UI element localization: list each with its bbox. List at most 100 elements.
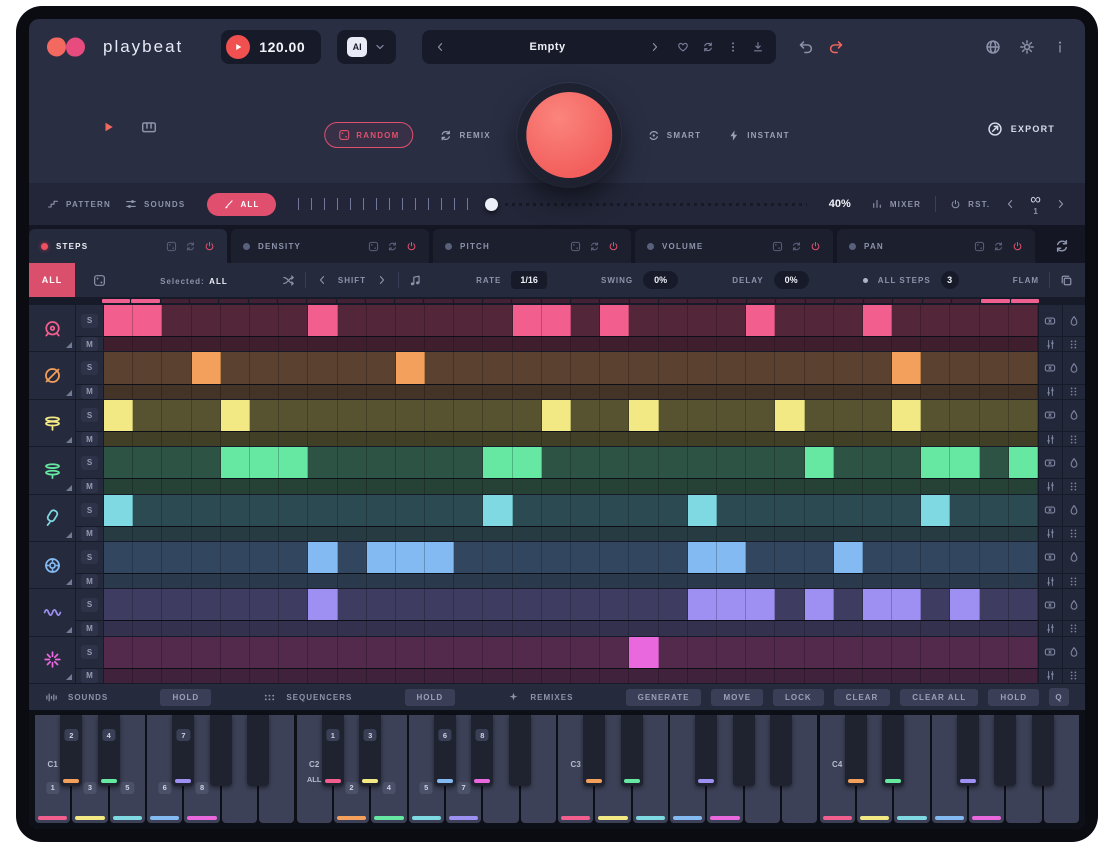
step-cell[interactable] — [805, 495, 834, 526]
step-cell[interactable] — [483, 542, 512, 573]
mute-step-cell[interactable] — [980, 385, 1009, 399]
piano-key-G#4[interactable] — [994, 715, 1016, 786]
mute-step-cell[interactable] — [659, 669, 688, 683]
step-cell[interactable] — [805, 542, 834, 573]
mute-step-cell[interactable] — [921, 432, 950, 446]
mute-step-cell[interactable] — [1009, 669, 1038, 683]
mute-step-cell[interactable] — [250, 669, 279, 683]
solo-button[interactable]: S — [81, 645, 98, 659]
undo-button[interactable] — [798, 39, 814, 55]
step-cell[interactable] — [162, 305, 191, 336]
step-cell[interactable] — [688, 305, 717, 336]
step-cell[interactable] — [542, 400, 571, 431]
mute-step-cell[interactable] — [367, 621, 396, 635]
step-cell[interactable] — [921, 447, 950, 478]
global-reroll-button[interactable] — [1039, 229, 1085, 263]
step-cell[interactable] — [659, 495, 688, 526]
shift-left-button[interactable] — [316, 274, 328, 286]
step-cell[interactable] — [746, 542, 775, 573]
step-cell[interactable] — [279, 352, 308, 383]
step-cell[interactable] — [659, 637, 688, 668]
step-cell[interactable] — [308, 589, 337, 620]
humanize-button[interactable] — [1062, 495, 1086, 526]
remixes-hold-button[interactable]: HOLD — [988, 689, 1039, 706]
step-cell[interactable] — [162, 352, 191, 383]
mute-step-cell[interactable] — [717, 432, 746, 446]
play-button[interactable] — [226, 35, 250, 59]
preset-prev-button[interactable] — [434, 41, 446, 53]
step-cell[interactable] — [483, 447, 512, 478]
step-cell[interactable] — [805, 352, 834, 383]
step-cell[interactable] — [192, 352, 221, 383]
mute-step-cell[interactable] — [746, 385, 775, 399]
mute-step-cell[interactable] — [600, 385, 629, 399]
mute-step-cell[interactable] — [834, 432, 863, 446]
step-cell[interactable] — [104, 637, 133, 668]
step-cell[interactable] — [162, 637, 191, 668]
mute-step-cell[interactable] — [396, 527, 425, 541]
sounds-hold-button[interactable]: HOLD — [160, 689, 211, 706]
step-cell[interactable] — [162, 447, 191, 478]
drag-handle[interactable] — [1062, 432, 1086, 446]
step-cell[interactable] — [629, 589, 658, 620]
mute-step-cell[interactable] — [221, 574, 250, 588]
step-cell[interactable] — [921, 589, 950, 620]
step-cell[interactable] — [250, 352, 279, 383]
mute-step-cell[interactable] — [483, 621, 512, 635]
step-cell[interactable] — [688, 400, 717, 431]
mute-step-cell[interactable] — [279, 669, 308, 683]
step-cell[interactable] — [688, 352, 717, 383]
mute-step-cell[interactable] — [775, 337, 804, 351]
step-cell[interactable] — [338, 305, 367, 336]
step-cell[interactable] — [483, 589, 512, 620]
mute-step-cell[interactable] — [950, 385, 979, 399]
step-cell[interactable] — [425, 305, 454, 336]
mute-step-cell[interactable] — [746, 574, 775, 588]
swing-value[interactable]: 0% — [643, 271, 678, 289]
step-cell[interactable] — [921, 400, 950, 431]
mute-step-cell[interactable] — [921, 337, 950, 351]
mute-step-cell[interactable] — [162, 385, 191, 399]
mute-step-cell[interactable] — [513, 621, 542, 635]
mute-step-cell[interactable] — [1009, 621, 1038, 635]
mute-step-cell[interactable] — [805, 527, 834, 541]
flam-label[interactable]: FLAM — [1013, 276, 1039, 285]
mute-step-cell[interactable] — [542, 337, 571, 351]
instant-button[interactable]: INSTANT — [727, 129, 789, 142]
mute-step-cell[interactable] — [192, 337, 221, 351]
bpm-control[interactable]: 120.00 — [221, 30, 321, 64]
humanize-button[interactable] — [1062, 637, 1086, 668]
mute-step-cell[interactable] — [338, 527, 367, 541]
mute-step-cell[interactable] — [863, 337, 892, 351]
step-cell[interactable] — [542, 495, 571, 526]
step-cell[interactable] — [513, 352, 542, 383]
track-mixer-button[interactable] — [1039, 479, 1062, 493]
mute-step-cell[interactable] — [396, 432, 425, 446]
mute-step-cell[interactable] — [425, 669, 454, 683]
step-cell[interactable] — [1009, 447, 1038, 478]
mute-step-cell[interactable] — [571, 574, 600, 588]
mute-step-cell[interactable] — [279, 574, 308, 588]
step-cell[interactable] — [921, 495, 950, 526]
step-cell[interactable] — [250, 589, 279, 620]
humanize-button[interactable] — [1062, 542, 1086, 573]
mute-step-cell[interactable] — [571, 337, 600, 351]
mute-step-cell[interactable] — [980, 527, 1009, 541]
mute-step-cell[interactable] — [221, 385, 250, 399]
hihat-open-icon[interactable] — [29, 447, 76, 493]
step-cell[interactable] — [746, 352, 775, 383]
track-mixer-button[interactable] — [1039, 527, 1062, 541]
step-cell[interactable] — [571, 589, 600, 620]
mute-step-cell[interactable] — [717, 574, 746, 588]
mute-step-cell[interactable] — [659, 385, 688, 399]
mute-step-cell[interactable] — [221, 669, 250, 683]
step-cell[interactable] — [746, 589, 775, 620]
mute-step-cell[interactable] — [192, 574, 221, 588]
refresh-icon[interactable] — [791, 241, 802, 252]
step-cell[interactable] — [892, 589, 921, 620]
copy-icon[interactable] — [1060, 274, 1073, 287]
mute-step-cell[interactable] — [133, 574, 162, 588]
step-cell[interactable] — [717, 589, 746, 620]
tab-pitch[interactable]: PITCH — [433, 229, 631, 263]
mute-step-cell[interactable] — [542, 385, 571, 399]
